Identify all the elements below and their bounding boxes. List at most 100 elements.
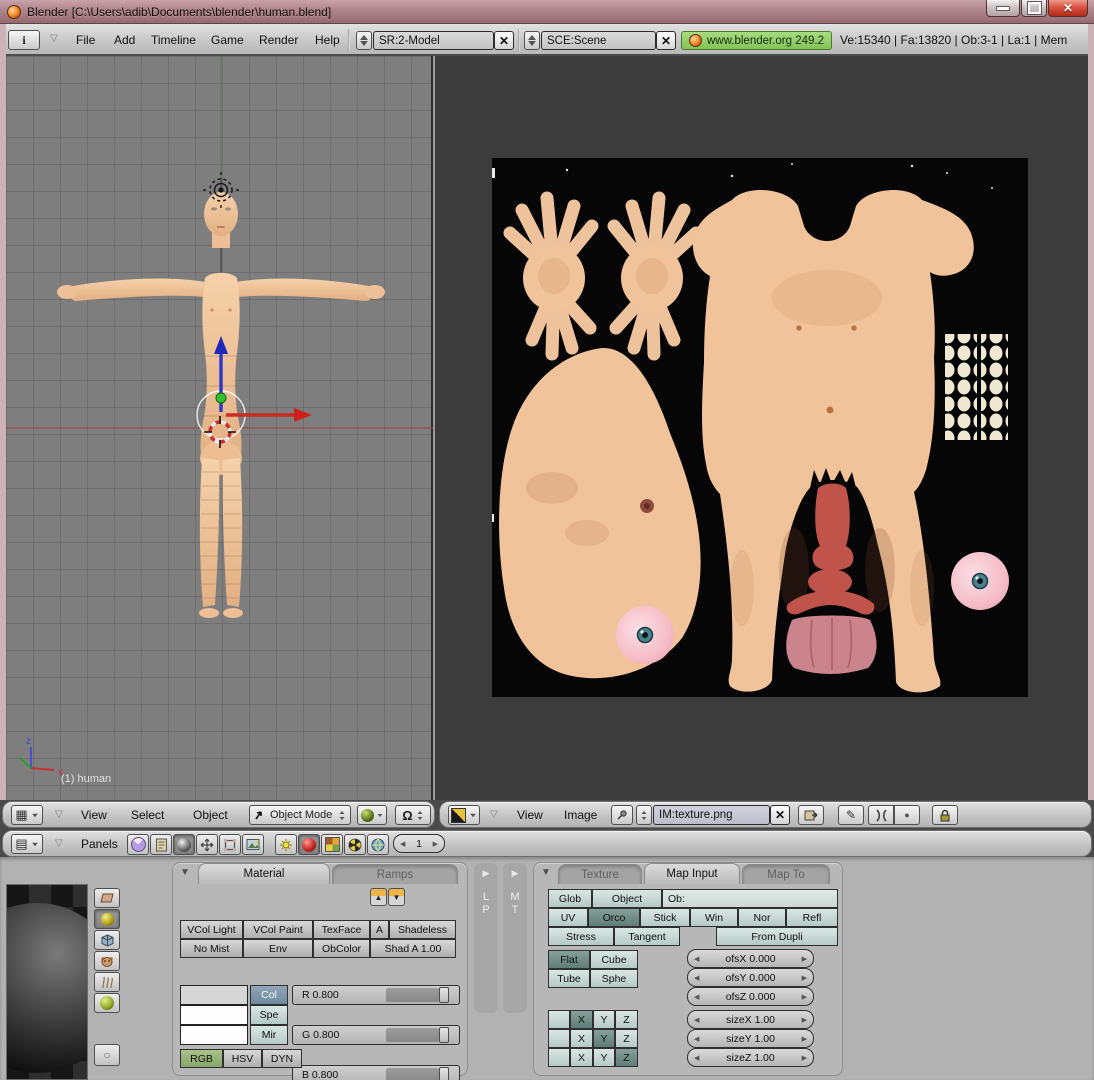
decrement-icon[interactable]: ◀ <box>694 993 699 1001</box>
header-collapse-icon[interactable]: ▽ <box>50 33 58 44</box>
ob-name-field[interactable]: Ob: <box>662 889 838 908</box>
toggle-from-dupli[interactable]: From Dupli <box>716 927 838 946</box>
viewport-3d[interactable]: z x (1) human <box>6 56 433 800</box>
button-mir[interactable]: Mir <box>250 1025 288 1045</box>
frame-decrement-icon[interactable]: ◀ <box>400 840 405 848</box>
decrement-icon[interactable]: ◀ <box>694 1035 699 1043</box>
panel-collapse-icon[interactable]: ▼ <box>180 867 190 878</box>
header-collapse-icon[interactable]: ▽ <box>55 809 63 820</box>
uv-squeeze-button[interactable] <box>868 805 894 825</box>
editor-type-button-image[interactable] <box>448 805 480 825</box>
slider-g[interactable]: G 0.800 <box>292 1025 460 1045</box>
menu-file[interactable]: File <box>76 33 95 47</box>
menu-add[interactable]: Add <box>114 33 135 47</box>
decrement-icon[interactable]: ◀ <box>694 974 699 982</box>
tab-material[interactable]: Material <box>198 863 330 884</box>
collapsed-panel-links-pipeline[interactable]: ▶ L P <box>474 863 498 1013</box>
draw-type-button[interactable] <box>357 805 387 825</box>
toggle-stress[interactable]: Stress <box>548 927 614 946</box>
titlebar[interactable]: Blender [C:\Users\adib\Documents\blender… <box>0 0 1094 24</box>
axis-z-row2[interactable]: Z <box>615 1029 638 1048</box>
toggle-object[interactable]: Object <box>592 889 662 908</box>
x-arrow[interactable] <box>294 408 312 422</box>
subcontext-material-button[interactable] <box>298 834 320 855</box>
toggle-alpha[interactable]: A <box>370 920 389 939</box>
increment-icon[interactable]: ▶ <box>802 1016 807 1024</box>
menu-panels[interactable]: Panels <box>81 837 118 851</box>
field-sizex[interactable]: ◀sizeX 1.00▶ <box>687 1010 814 1029</box>
image-name-field[interactable]: IM:texture.png <box>653 805 770 825</box>
uv-texture-image[interactable] <box>492 158 1028 697</box>
toggle-orco[interactable]: Orco <box>588 908 640 927</box>
menu-view[interactable]: View <box>517 808 543 822</box>
frame-increment-icon[interactable]: ▶ <box>433 840 438 848</box>
axis-x-row1[interactable]: X <box>570 1010 593 1029</box>
toggle-glob[interactable]: Glob <box>548 889 592 908</box>
panel-collapse-icon[interactable]: ▼ <box>541 867 551 878</box>
toggle-stick[interactable]: Stick <box>640 908 690 927</box>
tab-ramps[interactable]: Ramps <box>332 864 458 884</box>
field-ofsz[interactable]: ◀ofsZ 0.000▶ <box>687 987 814 1006</box>
close-button[interactable]: ✕ <box>1048 0 1088 17</box>
blender-org-badge[interactable]: www.blender.org 249.2 <box>681 31 832 50</box>
menu-select[interactable]: Select <box>131 808 164 822</box>
axis-blank-row2[interactable] <box>548 1029 570 1048</box>
menu-object[interactable]: Object <box>193 808 228 822</box>
field-ofsy[interactable]: ◀ofsY 0.000▶ <box>687 968 814 987</box>
context-object-button[interactable] <box>196 834 218 855</box>
axis-y-row1[interactable]: Y <box>593 1010 615 1029</box>
draw-tool-button[interactable]: ✎ <box>838 805 864 825</box>
slider-b[interactable]: B 0.800 <box>292 1065 460 1080</box>
toggle-flat[interactable]: Flat <box>548 950 590 969</box>
toggle-no-mist[interactable]: No Mist <box>180 939 243 958</box>
button-spe[interactable]: Spe <box>250 1005 288 1025</box>
screen-browse-button[interactable] <box>356 31 372 50</box>
preview-sphere-button[interactable] <box>94 909 120 929</box>
toggle-vcol-light[interactable]: VCol Light <box>180 920 243 939</box>
slider-r[interactable]: R 0.800 <box>292 985 460 1005</box>
increment-icon[interactable]: ▶ <box>802 993 807 1001</box>
toggle-cube[interactable]: Cube <box>590 950 638 969</box>
toggle-texface[interactable]: TexFace <box>313 920 370 939</box>
toggle-tangent[interactable]: Tangent <box>614 927 680 946</box>
axis-y-row3[interactable]: Y <box>593 1048 615 1067</box>
menu-image[interactable]: Image <box>564 808 597 822</box>
scene-delete-button[interactable]: ✕ <box>656 31 676 50</box>
decrement-icon[interactable]: ◀ <box>694 1054 699 1062</box>
lock-button[interactable] <box>932 805 958 825</box>
menu-timeline[interactable]: Timeline <box>151 33 196 47</box>
context-shading-button[interactable] <box>173 834 195 855</box>
maximize-button[interactable] <box>1021 0 1047 17</box>
preview-sphere-sky-button[interactable] <box>94 993 120 1013</box>
subcontext-world-button[interactable] <box>367 834 389 855</box>
button-dyn[interactable]: DYN <box>262 1049 302 1068</box>
axis-z-row1[interactable]: Z <box>615 1010 638 1029</box>
axis-blank-row3[interactable] <box>548 1048 570 1067</box>
preview-monkey-button[interactable] <box>94 951 120 971</box>
screen-name-field[interactable]: SR:2-Model <box>373 31 494 50</box>
color-swatch-mirror[interactable] <box>180 1025 248 1045</box>
image-reload-button[interactable] <box>798 805 824 825</box>
viewport-3d-canvas[interactable]: z x (1) human <box>6 56 433 800</box>
image-browse-button[interactable] <box>636 805 652 825</box>
context-script-button[interactable] <box>150 834 172 855</box>
context-editing-button[interactable] <box>219 834 241 855</box>
button-hsv[interactable]: HSV <box>223 1049 262 1068</box>
preview-osa-button[interactable]: ○ <box>94 1044 120 1066</box>
image-unlink-button[interactable]: ✕ <box>770 805 790 825</box>
header-collapse-icon[interactable]: ▽ <box>55 838 63 849</box>
material-sort-up-button[interactable]: ▲ <box>370 888 387 906</box>
menu-view[interactable]: View <box>81 808 107 822</box>
toggle-sphe[interactable]: Sphe <box>590 969 638 988</box>
button-rgb[interactable]: RGB <box>180 1049 223 1068</box>
increment-icon[interactable]: ▶ <box>802 1035 807 1043</box>
editor-type-button-info[interactable]: i <box>8 30 40 50</box>
field-sizey[interactable]: ◀sizeY 1.00▶ <box>687 1029 814 1048</box>
scene-name-field[interactable]: SCE:Scene <box>541 31 656 50</box>
mode-dropdown[interactable]: Object Mode <box>249 805 351 825</box>
collapsed-panel-mt[interactable]: ▶ M T <box>503 863 527 1013</box>
increment-icon[interactable]: ▶ <box>802 955 807 963</box>
preview-cube-button[interactable] <box>94 930 120 950</box>
screen-delete-button[interactable]: ✕ <box>494 31 514 50</box>
field-sizez[interactable]: ◀sizeZ 1.00▶ <box>687 1048 814 1067</box>
